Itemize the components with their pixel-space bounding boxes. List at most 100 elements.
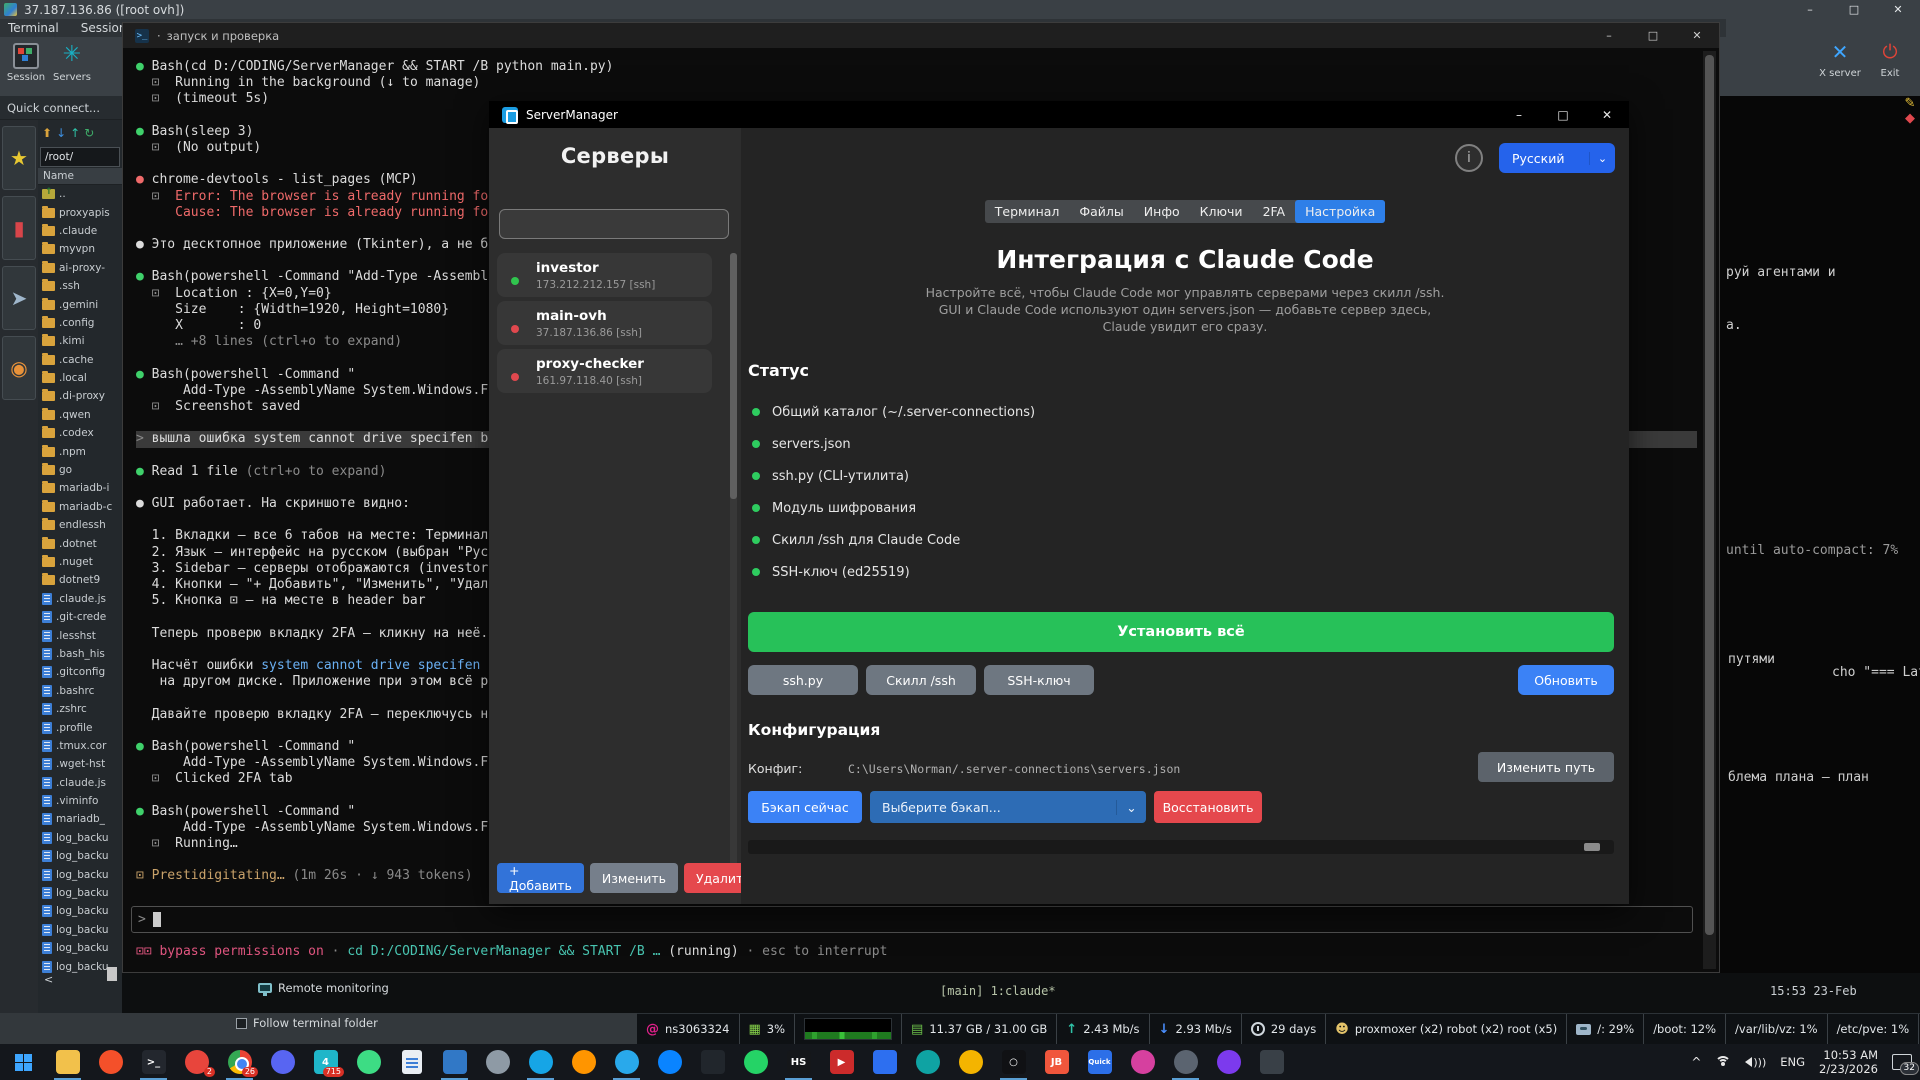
install--ssh-button[interactable]: Скилл /ssh [866,665,976,695]
file-tool-icon-1[interactable]: ↓ [56,126,66,140]
file-row[interactable]: .codex [38,424,122,442]
file-row[interactable]: dotnet9 [38,571,122,589]
network-tab[interactable]: ◉ [2,336,36,400]
backup-now-button[interactable]: Бэкап сейчас [748,791,862,823]
favorites-tab[interactable]: ★ [2,126,36,190]
notification-center-icon[interactable]: 32 [1892,1054,1919,1075]
follow-terminal-folder-checkbox[interactable]: Follow terminal folder [236,1016,378,1030]
tab-терминал[interactable]: Терминал [985,200,1070,223]
file-row[interactable]: log_backu [38,939,122,957]
taskbar-icon-12[interactable] [519,1044,562,1080]
taskbar-icon-21[interactable] [906,1044,949,1080]
taskbar-icon-17[interactable] [734,1044,777,1080]
file-row[interactable]: log_backu [38,902,122,920]
taskbar-icon-5[interactable]: 26 [218,1044,261,1080]
scrollbar-thumb[interactable] [1584,843,1600,851]
install-all-button[interactable]: Установить всё [748,612,1614,652]
taskbar-icon-19[interactable]: ▶ [820,1044,863,1080]
info-button[interactable]: i [1455,144,1483,172]
file-row[interactable]: log_backu [38,921,122,939]
terminal-titlebar[interactable]: >_ · запуск и проверка – □ ✕ [123,23,1719,48]
maximize-button[interactable]: □ [1832,0,1876,19]
taskbar-icon-15[interactable] [648,1044,691,1080]
file-row[interactable]: log_backu [38,884,122,902]
install-ssh-py-button[interactable]: ssh.py [748,665,858,695]
file-row[interactable]: .git-crede [38,608,122,626]
file-row[interactable]: .local [38,369,122,387]
file-row[interactable]: mariadb-i [38,479,122,497]
tab-2fa[interactable]: 2FA [1253,200,1296,223]
taskbar-icon-6[interactable] [261,1044,304,1080]
file-row[interactable]: go [38,461,122,479]
tab-ключи[interactable]: Ключи [1190,200,1253,223]
taskbar-icon-9[interactable] [390,1044,433,1080]
file-row[interactable]: .npm [38,442,122,460]
taskbar-icon-23[interactable]: ○ [992,1044,1035,1080]
file-row[interactable]: .dotnet [38,534,122,552]
exit-button[interactable]: ⏻ Exit [1868,37,1912,79]
close-button[interactable]: ✕ [1675,23,1719,48]
file-row[interactable]: mariadb-c [38,498,122,516]
install-ssh--button[interactable]: SSH-ключ [984,665,1094,695]
language-dropdown[interactable]: Русский ⌄ [1499,143,1615,173]
file-row[interactable]: .claude [38,222,122,240]
file-row[interactable]: .nuget [38,553,122,571]
claude-input-box[interactable]: > [131,906,1693,933]
wifi-icon[interactable] [1715,1056,1732,1068]
tray-chevron-icon[interactable]: ^ [1691,1055,1701,1069]
tab-инфо[interactable]: Инфо [1134,200,1190,223]
file-row[interactable]: .claude.js [38,590,122,608]
file-row[interactable]: log_backu [38,829,122,847]
menu-terminal[interactable]: Terminal [8,21,59,35]
speaker-icon[interactable]: ))) [1745,1056,1766,1069]
taskbar-icon-4[interactable]: 2 [175,1044,218,1080]
file-row[interactable]: .profile [38,718,122,736]
horizontal-scrollbar[interactable] [748,840,1614,854]
file-row[interactable]: .viminfo [38,792,122,810]
marker-icon[interactable]: ◆ [1900,111,1920,126]
pencil-icon[interactable]: ✎ [1900,96,1920,111]
server-item-proxy-checker[interactable]: proxy-checker 161.97.118.40 [ssh] [497,349,712,393]
change-path-button[interactable]: Изменить путь [1478,752,1614,782]
start-button[interactable] [0,1044,46,1080]
file-row[interactable]: .gemini [38,295,122,313]
edit-server-button[interactable]: Изменить [589,863,678,893]
file-row[interactable]: .di-proxy [38,387,122,405]
servermanager-titlebar[interactable]: ServerManager – □ ✕ [489,101,1629,128]
file-tool-icon-3[interactable]: ↻ [84,126,94,140]
taskbar-icon-3[interactable]: >_ [132,1044,175,1080]
restore-button[interactable]: Восстановить [1154,791,1262,823]
maximize-button[interactable]: □ [1631,23,1675,48]
taskbar-icon-8[interactable] [347,1044,390,1080]
session-button[interactable]: Session [4,41,48,83]
file-row[interactable]: proxyapis [38,203,122,221]
taskbar-icon-1[interactable] [46,1044,89,1080]
taskbar-icon-25[interactable]: Quick [1078,1044,1121,1080]
file-row[interactable]: .claude.js [38,774,122,792]
taskbar-icon-24[interactable]: JB [1035,1044,1078,1080]
remote-monitoring-toggle[interactable]: Remote monitoring [258,981,389,996]
file-row[interactable]: .wget-hst [38,755,122,773]
taskbar-icon-22[interactable] [949,1044,992,1080]
taskbar-icon-26[interactable] [1121,1044,1164,1080]
file-row[interactable]: log_backu [38,847,122,865]
taskbar-icon-20[interactable] [863,1044,906,1080]
file-row[interactable]: .tmux.cor [38,737,122,755]
file-row[interactable]: .kimi [38,332,122,350]
maximize-button[interactable]: □ [1541,101,1585,128]
terminal-scrollbar[interactable] [1703,51,1716,969]
language-indicator[interactable]: ENG [1780,1055,1805,1069]
file-row[interactable]: mariadb_ [38,810,122,828]
server-item-investor[interactable]: investor 173.212.212.157 [ssh] [497,253,712,297]
taskbar-icon-14[interactable] [605,1044,648,1080]
taskbar-icon-29[interactable] [1250,1044,1293,1080]
taskbar-icon-18[interactable]: HS [777,1044,820,1080]
servers-button[interactable]: ✳ Servers [50,41,94,84]
x-server-button[interactable]: ✕ X server [1818,37,1862,79]
close-button[interactable]: ✕ [1876,0,1920,19]
taskbar-icon-11[interactable] [476,1044,519,1080]
server-item-main-ovh[interactable]: main-ovh 37.187.136.86 [ssh] [497,301,712,345]
file-row[interactable]: log_backu [38,865,122,883]
minimize-button[interactable]: – [1788,0,1832,19]
file-row[interactable]: .. [38,185,122,203]
